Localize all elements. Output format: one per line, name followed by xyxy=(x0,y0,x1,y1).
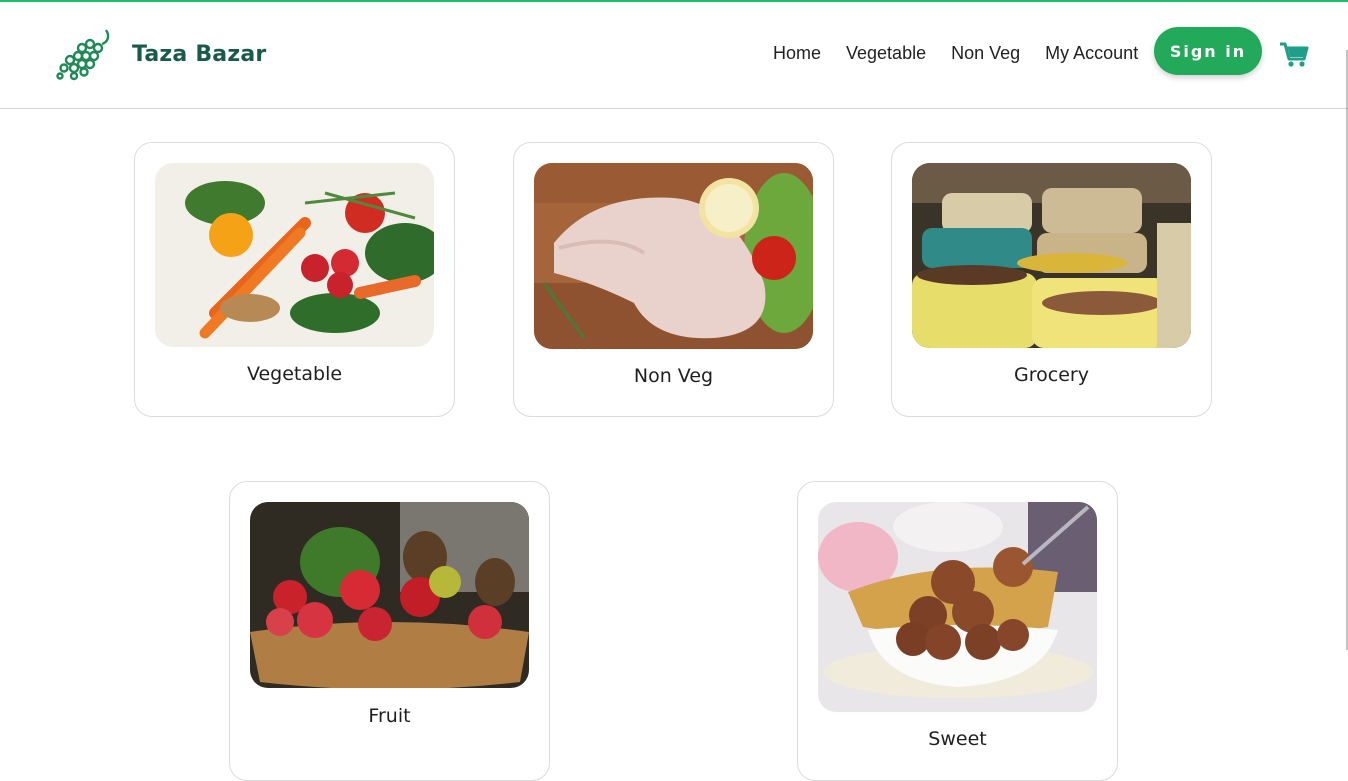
non-veg-image xyxy=(534,163,813,349)
nav-home[interactable]: Home xyxy=(773,43,821,64)
category-label-sweet: Sweet xyxy=(928,728,987,750)
category-label-non-veg: Non Veg xyxy=(633,365,714,387)
main-nav: Home Vegetable Non Veg My Account xyxy=(773,43,1163,64)
sign-in-button[interactable]: Sign in xyxy=(1154,27,1262,75)
category-card-fruit[interactable]: Fruit xyxy=(229,481,550,781)
nav-non-veg[interactable]: Non Veg xyxy=(951,43,1020,64)
category-label-vegetable: Vegetable xyxy=(246,363,343,385)
category-label-grocery: Grocery xyxy=(1014,364,1089,386)
category-card-grocery[interactable]: Grocery xyxy=(891,142,1212,417)
nav-my-account[interactable]: My Account xyxy=(1045,43,1138,64)
category-label-fruit: Fruit xyxy=(368,705,411,727)
grapes-logo-icon xyxy=(56,29,110,81)
category-card-sweet[interactable]: Sweet xyxy=(797,481,1118,781)
category-card-vegetable[interactable]: Vegetable xyxy=(134,142,455,417)
category-card-non-veg[interactable]: Non Veg xyxy=(513,142,834,417)
grocery-image xyxy=(912,163,1191,348)
brand-name: Taza Bazar xyxy=(132,41,267,67)
fruit-image xyxy=(250,502,529,688)
nav-vegetable[interactable]: Vegetable xyxy=(846,43,926,64)
site-header: Taza Bazar Home Vegetable Non Veg My Acc… xyxy=(0,2,1348,109)
vegetable-image xyxy=(155,163,434,347)
cart-icon xyxy=(1280,42,1309,67)
sweet-image xyxy=(818,502,1097,712)
cart-button[interactable] xyxy=(1279,42,1309,72)
logo[interactable]: Taza Bazar xyxy=(54,26,266,82)
